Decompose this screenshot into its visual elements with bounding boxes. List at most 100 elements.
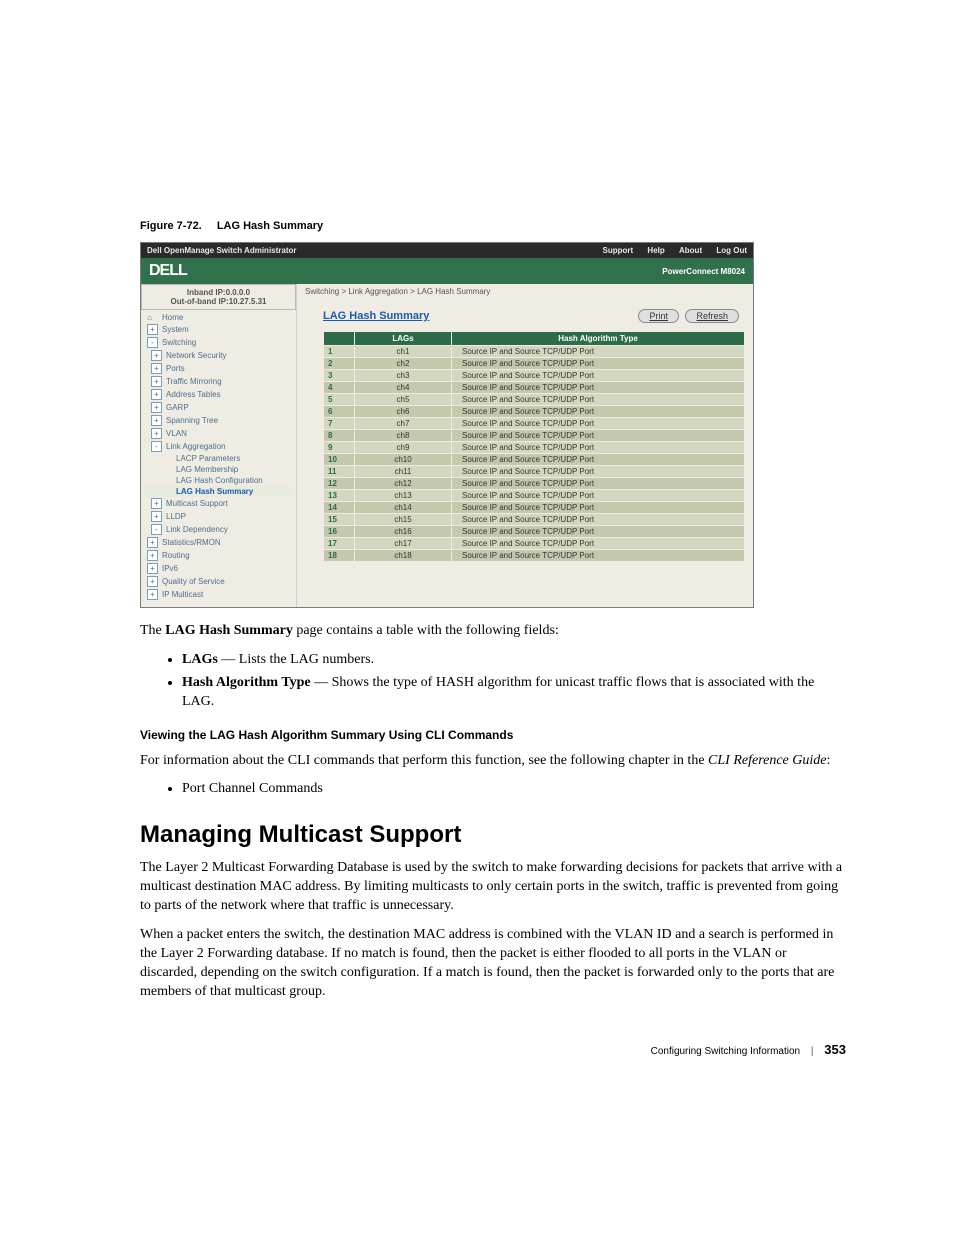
link-help[interactable]: Help [647, 246, 664, 255]
nav-item[interactable]: ⌂Home [145, 312, 292, 323]
nav-label: IPv6 [162, 564, 178, 573]
refresh-button[interactable]: Refresh [685, 309, 739, 323]
intro-paragraph: The LAG Hash Summary page contains a tab… [140, 622, 846, 641]
pane-title: LAG Hash Summary [323, 310, 429, 322]
cell-lag: ch13 [355, 490, 452, 502]
cell-index: 17 [324, 538, 355, 550]
cell-lag: ch8 [355, 430, 452, 442]
cell-algo: Source IP and Source TCP/UDP Port [452, 430, 745, 442]
nav-item[interactable]: +Address Tables [145, 388, 292, 401]
cell-algo: Source IP and Source TCP/UDP Port [452, 394, 745, 406]
expand-icon[interactable]: + [151, 350, 162, 361]
nav-label: Switching [162, 338, 196, 347]
cell-lag: ch11 [355, 466, 452, 478]
cell-index: 12 [324, 478, 355, 490]
expand-icon[interactable]: + [147, 563, 158, 574]
multicast-p1: The Layer 2 Multicast Forwarding Databas… [140, 859, 846, 916]
table-row: 2ch2Source IP and Source TCP/UDP Port [324, 358, 745, 370]
expand-icon[interactable]: + [151, 428, 162, 439]
table-row: 1ch1Source IP and Source TCP/UDP Port [324, 346, 745, 358]
expand-icon[interactable]: + [151, 402, 162, 413]
nav-label: LACP Parameters [176, 454, 240, 463]
table-row: 3ch3Source IP and Source TCP/UDP Port [324, 370, 745, 382]
cell-lag: ch4 [355, 382, 452, 394]
expand-icon[interactable]: + [147, 537, 158, 548]
expand-icon[interactable]: + [151, 415, 162, 426]
nav-item[interactable]: +Network Security [145, 349, 292, 362]
print-button[interactable]: Print [638, 309, 679, 323]
nav-item[interactable]: + GARP [145, 401, 292, 414]
nav-item[interactable]: LAG Hash Summary [145, 486, 292, 497]
nav-item[interactable]: +System [145, 323, 292, 336]
nav-item[interactable]: -Link Dependency [145, 523, 292, 536]
home-icon: ⌂ [147, 313, 158, 322]
nav-label: Traffic Mirroring [166, 377, 222, 386]
cell-algo: Source IP and Source TCP/UDP Port [452, 370, 745, 382]
nav-item[interactable]: -Link Aggregation [145, 440, 292, 453]
nav-label: Ports [166, 364, 185, 373]
figure-number: Figure 7-72. [140, 220, 202, 232]
body-text: The LAG Hash Summary page contains a tab… [140, 622, 846, 1002]
expand-icon[interactable]: + [151, 389, 162, 400]
nav-item[interactable]: +Statistics/RMON [145, 536, 292, 549]
table-row: 6ch6Source IP and Source TCP/UDP Port [324, 406, 745, 418]
expand-icon[interactable]: + [147, 589, 158, 600]
cell-algo: Source IP and Source TCP/UDP Port [452, 526, 745, 538]
bullet-hash-algo: Hash Algorithm Type — Shows the type of … [182, 674, 846, 712]
cell-lag: ch2 [355, 358, 452, 370]
collapse-icon[interactable]: - [151, 441, 162, 452]
nav-item[interactable]: +LLDP [145, 510, 292, 523]
collapse-icon[interactable]: - [147, 337, 158, 348]
cell-index: 4 [324, 382, 355, 394]
nav-item[interactable]: + Traffic Mirroring [145, 375, 292, 388]
link-logout[interactable]: Log Out [716, 246, 747, 255]
cell-lag: ch18 [355, 550, 452, 562]
cell-index: 8 [324, 430, 355, 442]
cell-algo: Source IP and Source TCP/UDP Port [452, 346, 745, 358]
col-index [324, 332, 355, 346]
table-row: 9ch9Source IP and Source TCP/UDP Port [324, 442, 745, 454]
nav-item[interactable]: LAG Hash Configuration [145, 475, 292, 486]
expand-icon[interactable]: + [147, 324, 158, 335]
nav-item[interactable]: LACP Parameters [145, 453, 292, 464]
subheading-cli: Viewing the LAG Hash Algorithm Summary U… [140, 728, 846, 742]
expand-icon[interactable]: + [151, 498, 162, 509]
nav-item[interactable]: + Ports [145, 362, 292, 375]
nav-item[interactable]: -Switching [145, 336, 292, 349]
nav-label: GARP [166, 403, 189, 412]
multicast-p2: When a packet enters the switch, the des… [140, 926, 846, 1002]
nav-item[interactable]: LAG Membership [145, 464, 292, 475]
expand-icon[interactable]: + [151, 511, 162, 522]
page-footer: Configuring Switching Information | 353 [140, 1042, 846, 1057]
nav-item[interactable]: +IP Multicast [145, 588, 292, 601]
expand-icon[interactable]: + [151, 376, 162, 387]
expand-icon[interactable]: + [147, 550, 158, 561]
section-heading: Managing Multicast Support [140, 821, 846, 849]
cell-index: 3 [324, 370, 355, 382]
collapse-icon[interactable]: - [151, 524, 162, 535]
figure-title: LAG Hash Summary [217, 220, 323, 232]
link-about[interactable]: About [679, 246, 702, 255]
nav-label: Link Aggregation [166, 442, 226, 451]
cell-lag: ch14 [355, 502, 452, 514]
nav-label: Quality of Service [162, 577, 225, 586]
app-title: Dell OpenManage Switch Administrator [147, 246, 297, 255]
cell-algo: Source IP and Source TCP/UDP Port [452, 454, 745, 466]
expand-icon[interactable]: + [151, 363, 162, 374]
nav-item[interactable]: +Multicast Support [145, 497, 292, 510]
nav-label: Link Dependency [166, 525, 228, 534]
nav-item[interactable]: + Quality of Service [145, 575, 292, 588]
nav-item[interactable]: +Spanning Tree [145, 414, 292, 427]
pane-header: LAG Hash Summary Print Refresh [323, 309, 745, 323]
cell-index: 14 [324, 502, 355, 514]
nav-item[interactable]: +VLAN [145, 427, 292, 440]
nav-label: LAG Hash Summary [176, 487, 253, 496]
link-support[interactable]: Support [603, 246, 634, 255]
col-algo: Hash Algorithm Type [452, 332, 745, 346]
expand-icon[interactable]: + [147, 576, 158, 587]
nav-item[interactable]: +Routing [145, 549, 292, 562]
table-row: 15ch15Source IP and Source TCP/UDP Port [324, 514, 745, 526]
nav-item[interactable]: + IPv6 [145, 562, 292, 575]
cell-lag: ch5 [355, 394, 452, 406]
content-area: Switching > Link Aggregation > LAG Hash … [297, 284, 753, 607]
